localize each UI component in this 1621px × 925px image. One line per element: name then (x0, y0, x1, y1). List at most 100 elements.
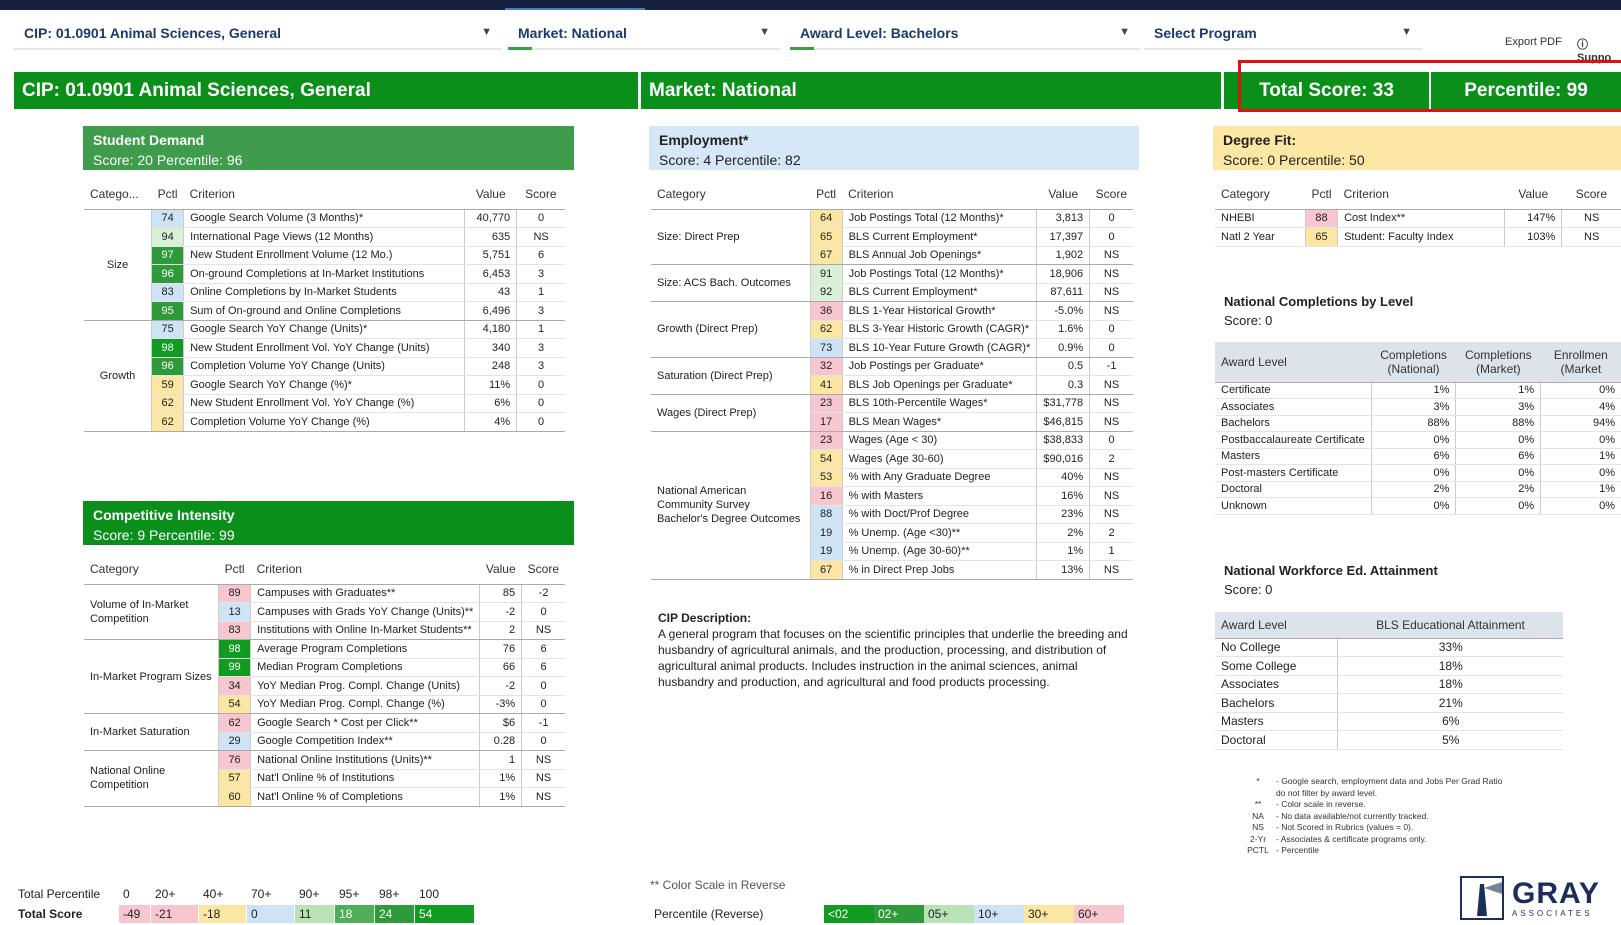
criterion-cell: Sum of On-ground and Online Completions (183, 301, 465, 321)
column-header: Category (1215, 179, 1306, 210)
column-header: Value (1036, 179, 1090, 210)
student-demand-score: Score: 20 Percentile: 96 (93, 152, 243, 168)
table-row: Growth (Direct Prep) 36 BLS 1-Year Histori… (651, 301, 1133, 358)
category-cell: Size: ACS Bach. Outcomes (651, 264, 811, 302)
score-cell: NS (521, 621, 565, 640)
legend-swatch: 90+ (294, 885, 334, 903)
score-cell: NS (1089, 412, 1133, 432)
footnote-text: - Google search, employment data and Job… (1276, 776, 1503, 786)
percentile-cell: 17 (810, 412, 843, 432)
percentile-cell: 13 (218, 602, 251, 622)
column-header: Score (1089, 179, 1133, 210)
percentile-cell: 75 (151, 320, 184, 339)
attainment-cell: Associates (1215, 675, 1338, 694)
completion-cell: 88% (1455, 415, 1541, 432)
footnote-text: - Associates & certificate programs only… (1276, 833, 1427, 844)
percentile-cell: 54 (810, 449, 843, 469)
legend-swatch: 70+ (246, 885, 294, 903)
completion-cell: 6% (1455, 448, 1541, 465)
percentile-cell: 88 (1305, 209, 1338, 228)
employment-header: Employment* Score: 4 Percentile: 82 (649, 126, 1139, 170)
completion-cell: 1% (1370, 382, 1456, 399)
award-dropdown[interactable]: Award Level: Bachelors ▼ (790, 18, 1140, 50)
criterion-cell: Campuses with Graduates** (250, 584, 480, 603)
legend-row: Total Score -49 -21 -18 0 11 18 24 54 (14, 905, 474, 923)
table-row: 95 Sum of On-ground and Online Completion… (84, 301, 565, 321)
value-cell: 6% (464, 394, 517, 413)
criterion-cell: Google Competition Index** (250, 732, 480, 751)
award-underline (790, 47, 814, 50)
score-cell: 6 (516, 246, 565, 265)
column-header: Pctl (151, 179, 184, 210)
score-cell: 0 (1089, 320, 1133, 339)
criterion-cell: BLS Annual Job Openings* (841, 246, 1037, 265)
footnote-row: ** - Color scale in reverse. (1240, 799, 1502, 811)
column-header: Score (521, 554, 565, 585)
percentile-cell: 67 (810, 560, 843, 580)
criterion-cell: BLS Job Openings per Graduate* (841, 375, 1037, 395)
cip-dropdown-label: CIP: 01.0901 Animal Sciences, General (24, 25, 282, 41)
cip-dropdown[interactable]: CIP: 01.0901 Animal Sciences, General ▼ (14, 18, 502, 50)
table-row: 83 Online Completions by In-Market Studen… (84, 283, 565, 302)
logo-sub: ASSOCIATES (1512, 908, 1593, 918)
table-row: National American Community Survey Bache… (651, 431, 1133, 580)
score-cell: NS (1089, 375, 1133, 395)
criterion-cell: BLS 3-Year Historic Growth (CAGR)* (841, 320, 1037, 339)
export-pdf-link[interactable]: Export PDF (1505, 36, 1562, 48)
legend-swatch: 11 (294, 905, 334, 923)
help-icon: ⓘ (1577, 39, 1588, 51)
value-cell: 3,813 (1036, 209, 1090, 228)
legend-swatch: 18 (334, 905, 374, 923)
table-row: Masters 6% (1215, 712, 1563, 731)
percentile-cell: 99 (218, 658, 251, 677)
value-cell: 2% (1036, 523, 1090, 543)
score-cell: NS (1561, 209, 1621, 228)
footnote-row: PCTL - Percentile (1240, 845, 1502, 857)
market-dropdown[interactable]: Market: National ▼ (508, 18, 780, 50)
footnote-text: - Color scale in reverse. (1276, 799, 1366, 809)
score-cell: NS (516, 227, 565, 247)
table-row: NHEBI 88 Cost Index** 147% NS (1215, 209, 1621, 228)
percentile-cell: 91 (810, 264, 843, 284)
percentile-cell: 73 (810, 338, 843, 358)
completion-cell: 0% (1540, 464, 1621, 482)
criterion-cell: Completion Volume YoY Change (Units) (183, 357, 465, 376)
percentile-cell: 23 (810, 431, 843, 450)
footnote-text: do not filter by award level. (1276, 787, 1378, 798)
table-row: 97 New Student Enrollment Volume (12 Mo.)… (84, 246, 565, 265)
score-cell: 1 (516, 320, 565, 339)
criterion-cell: % with Any Graduate Degree (841, 468, 1037, 487)
percentile-cell: 65 (1305, 227, 1338, 247)
score-cell: NS (1089, 468, 1133, 487)
competitive-title: Competitive Intensity (93, 507, 235, 523)
student-demand-header: Student Demand Score: 20 Percentile: 96 (83, 126, 574, 170)
score-cell: 3 (516, 338, 565, 358)
completion-cell: Doctoral (1215, 481, 1372, 498)
score-cell: 2 (1089, 449, 1133, 469)
score-cell: 0 (516, 412, 565, 432)
criterion-cell: Nat'l Online % of Completions (250, 787, 480, 807)
value-cell: 85 (479, 584, 522, 603)
criterion-cell: On-ground Completions at In-Market Insti… (183, 264, 465, 284)
program-dropdown[interactable]: Select Program ▼ (1144, 18, 1422, 50)
category-cell: NHEBI (1215, 209, 1307, 228)
value-cell: -5.0% (1036, 301, 1090, 321)
criterion-cell: Job Postings Total (12 Months)* (841, 209, 1037, 228)
value-cell: $46,815 (1036, 412, 1090, 432)
criterion-cell: Student: Faculty Index (1337, 227, 1505, 247)
completion-cell: 1% (1455, 382, 1541, 399)
criterion-cell: Average Program Completions (250, 639, 480, 659)
workforce-score: Score: 0 (1224, 582, 1273, 597)
value-cell: 2 (479, 621, 522, 640)
value-cell: 18,906 (1036, 264, 1090, 284)
workforce-table: Award Level BLS Educational Attainment No … (1215, 612, 1563, 750)
completion-cell: Postbaccalaureate Certificate (1215, 431, 1372, 449)
score-cell: -1 (521, 713, 565, 733)
value-cell: 1,902 (1036, 246, 1090, 265)
score-cell: 0 (1089, 431, 1133, 450)
percentile-cell: 29 (218, 732, 251, 751)
column-header: Criterion (1337, 179, 1505, 210)
criterion-cell: International Page Views (12 Months) (183, 227, 465, 247)
value-cell: 0.5 (1036, 357, 1090, 376)
active-tab-indicator (505, 8, 645, 10)
